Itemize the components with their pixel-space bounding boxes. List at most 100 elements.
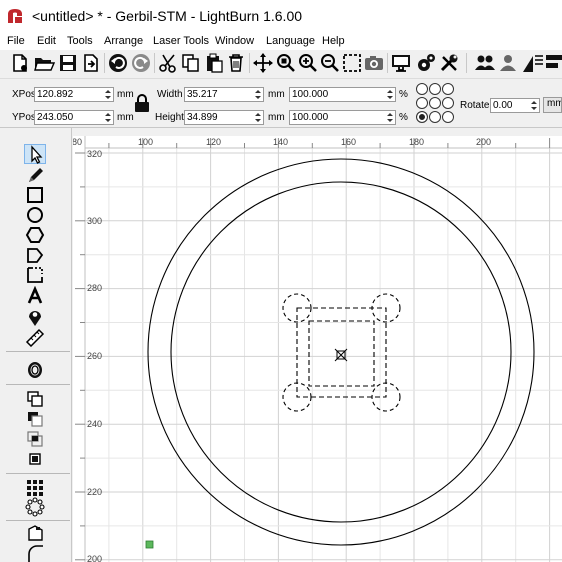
circular-array-icon bbox=[25, 497, 45, 517]
menu-window[interactable]: Window bbox=[215, 35, 254, 47]
spin-arrows-icon[interactable] bbox=[530, 100, 538, 111]
zoom-in-button[interactable] bbox=[297, 52, 319, 74]
menu-language[interactable]: Language bbox=[266, 35, 315, 47]
group-button[interactable] bbox=[474, 52, 496, 74]
mm-button[interactable]: mm bbox=[543, 97, 562, 113]
inner-circle[interactable] bbox=[170, 181, 512, 523]
menu-laser-tools[interactable]: Laser Tools bbox=[153, 35, 209, 47]
spin-arrows-icon[interactable] bbox=[104, 89, 112, 100]
height-percent-input[interactable] bbox=[290, 111, 395, 124]
spin-arrows-icon[interactable] bbox=[386, 89, 394, 100]
zoom-out-button[interactable] bbox=[319, 52, 341, 74]
lock-aspect-button[interactable] bbox=[133, 93, 151, 113]
weld-button[interactable] bbox=[24, 449, 46, 469]
main-toolbar bbox=[0, 50, 562, 78]
toolbar-separator bbox=[387, 53, 388, 73]
spin-arrows-icon[interactable] bbox=[104, 112, 112, 123]
import-button[interactable] bbox=[80, 52, 102, 74]
menu-tools[interactable]: Tools bbox=[67, 35, 93, 47]
offset-shapes-button[interactable] bbox=[24, 360, 46, 380]
rectangle-tool-button[interactable] bbox=[24, 185, 46, 205]
cut-button[interactable] bbox=[157, 52, 179, 74]
boolean-union-button[interactable] bbox=[24, 389, 46, 409]
measure-tool-button[interactable] bbox=[24, 327, 46, 347]
delete-button[interactable] bbox=[225, 52, 247, 74]
rotate-label: Rotate bbox=[460, 100, 490, 111]
x-tick-100: 100 bbox=[138, 137, 153, 147]
select-arrow-icon bbox=[31, 145, 43, 164]
new-file-icon bbox=[13, 54, 27, 72]
zoom-selection-button[interactable] bbox=[275, 52, 297, 74]
tab-tool-button[interactable] bbox=[24, 523, 46, 543]
width-input[interactable] bbox=[185, 88, 263, 101]
width-percent-spinbox[interactable] bbox=[289, 87, 396, 102]
xpos-input[interactable] bbox=[35, 88, 113, 101]
frame-selection-button[interactable] bbox=[341, 52, 363, 74]
ypos-spinbox[interactable] bbox=[34, 110, 114, 125]
position-marker-button[interactable] bbox=[24, 307, 46, 327]
settings-button[interactable] bbox=[415, 52, 437, 74]
spin-arrows-icon[interactable] bbox=[386, 112, 394, 123]
anchor-top-center[interactable] bbox=[429, 83, 441, 95]
anchor-top-left[interactable] bbox=[416, 83, 428, 95]
undo-button[interactable] bbox=[107, 52, 129, 74]
width-percent-input[interactable] bbox=[290, 88, 395, 101]
boolean-difference-button[interactable] bbox=[24, 409, 46, 429]
undo-icon bbox=[109, 54, 127, 72]
device-settings-button[interactable] bbox=[390, 52, 412, 74]
save-button[interactable] bbox=[57, 52, 79, 74]
new-file-button[interactable] bbox=[9, 52, 31, 74]
outer-circle[interactable] bbox=[147, 158, 535, 546]
canvas-drawing[interactable]: 80 100 120 140 160 180 200 320 300 280 2… bbox=[73, 136, 562, 562]
design-canvas[interactable]: 80 100 120 140 160 180 200 320 300 280 2… bbox=[73, 136, 562, 562]
selection-center-marker[interactable] bbox=[334, 348, 348, 362]
text-tool-button[interactable] bbox=[24, 286, 46, 306]
anchor-bottom-center[interactable] bbox=[429, 111, 441, 123]
grid-array-button[interactable] bbox=[24, 478, 46, 498]
anchor-middle-right[interactable] bbox=[442, 97, 454, 109]
open-folder-icon bbox=[34, 58, 55, 71]
anchor-top-right[interactable] bbox=[442, 83, 454, 95]
position-laser-button[interactable] bbox=[24, 265, 46, 285]
polygon-tool-button[interactable] bbox=[24, 225, 46, 245]
width-spinbox[interactable] bbox=[184, 87, 264, 102]
height-percent-spinbox[interactable] bbox=[289, 110, 396, 125]
boolean-intersection-button[interactable] bbox=[24, 429, 46, 449]
menu-arrange[interactable]: Arrange bbox=[104, 35, 143, 47]
spin-arrows-icon[interactable] bbox=[254, 112, 262, 123]
menu-edit[interactable]: Edit bbox=[37, 35, 56, 47]
height-input[interactable] bbox=[185, 111, 263, 124]
xpos-spinbox[interactable] bbox=[34, 87, 114, 102]
redo-button[interactable] bbox=[130, 52, 152, 74]
anchor-bottom-left[interactable] bbox=[416, 111, 428, 123]
machine-tools-button[interactable] bbox=[438, 52, 460, 74]
pen-icon bbox=[29, 168, 43, 182]
open-button[interactable] bbox=[33, 52, 55, 74]
copy-button[interactable] bbox=[180, 52, 202, 74]
users-icon bbox=[475, 55, 495, 70]
position-laser-icon bbox=[27, 267, 43, 283]
ellipse-tool-button[interactable] bbox=[24, 205, 46, 225]
edit-nodes-button[interactable] bbox=[24, 245, 46, 265]
camera-button[interactable] bbox=[363, 52, 385, 74]
menu-help[interactable]: Help bbox=[322, 35, 345, 47]
draw-lines-button[interactable] bbox=[24, 165, 46, 185]
ungroup-button[interactable] bbox=[497, 52, 519, 74]
anchor-center[interactable] bbox=[429, 97, 441, 109]
anchor-middle-left[interactable] bbox=[416, 97, 428, 109]
paste-button[interactable] bbox=[203, 52, 225, 74]
selected-square-outer[interactable] bbox=[308, 320, 375, 387]
rotate-spinbox[interactable] bbox=[490, 98, 540, 113]
corner-tool-button[interactable] bbox=[24, 542, 46, 562]
circular-array-button[interactable] bbox=[24, 497, 46, 517]
spin-arrows-icon[interactable] bbox=[254, 89, 262, 100]
arrange-button[interactable] bbox=[521, 52, 543, 74]
height-spinbox[interactable] bbox=[184, 110, 264, 125]
title-bar: <untitled> * - Gerbil-STM - LightBurn 1.… bbox=[0, 0, 562, 34]
menu-file[interactable]: File bbox=[7, 35, 25, 47]
align-button[interactable] bbox=[544, 52, 562, 74]
select-tool-button[interactable] bbox=[24, 144, 46, 164]
ypos-input[interactable] bbox=[35, 111, 113, 124]
anchor-bottom-right[interactable] bbox=[442, 111, 454, 123]
move-button[interactable] bbox=[252, 52, 274, 74]
